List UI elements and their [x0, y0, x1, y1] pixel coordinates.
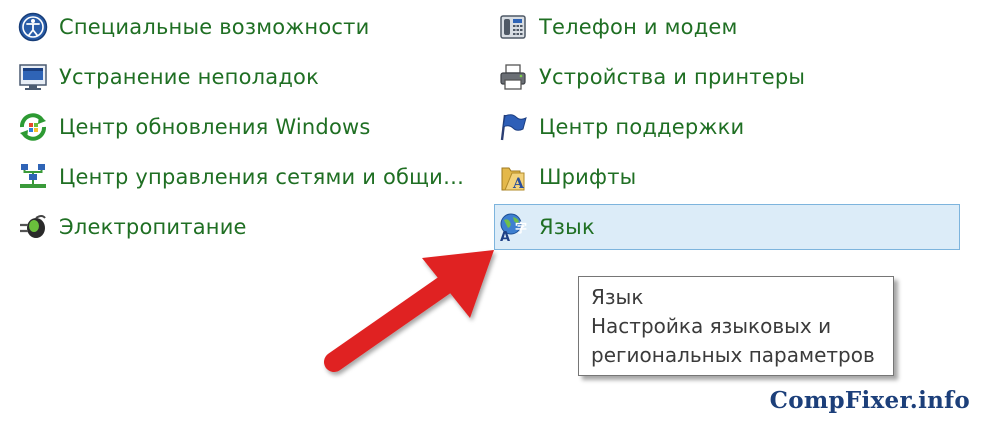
item-language-label: Язык	[539, 215, 595, 239]
item-troubleshooting[interactable]: Устранение неполадок	[14, 54, 474, 100]
printer-icon	[497, 61, 529, 93]
item-fonts-label: Шрифты	[539, 165, 637, 189]
network-center-icon	[17, 161, 49, 193]
phone-modem-icon	[497, 11, 529, 43]
item-power-options[interactable]: Электропитание	[14, 204, 474, 250]
item-action-center-label: Центр поддержки	[539, 115, 745, 139]
language-tooltip: Язык Настройка языковых и региональных п…	[578, 276, 894, 376]
svg-text:A: A	[500, 230, 510, 242]
item-phone-modem-label: Телефон и модем	[539, 15, 738, 39]
tooltip-description-line-1: Настройка языковых и	[591, 314, 832, 338]
svg-text:A: A	[512, 176, 525, 192]
language-icon: A 字	[497, 211, 529, 243]
item-troubleshooting-label: Устранение неполадок	[59, 65, 319, 89]
troubleshooting-icon	[17, 61, 49, 93]
item-power-options-label: Электропитание	[59, 215, 247, 239]
compfixer-watermark: CompFixer.info	[769, 387, 970, 414]
tooltip-description-line-2: региональных параметров	[591, 343, 875, 367]
action-center-flag-icon	[497, 111, 529, 143]
item-devices-printers[interactable]: Устройства и принтеры	[494, 54, 960, 100]
accessibility-icon	[17, 11, 49, 43]
power-options-icon	[17, 211, 49, 243]
item-devices-printers-label: Устройства и принтеры	[539, 65, 806, 89]
fonts-folder-icon: A	[497, 161, 529, 193]
item-network-center[interactable]: Центр управления сетями и общи…	[14, 154, 474, 200]
item-fonts[interactable]: A Шрифты	[494, 154, 960, 200]
item-accessibility[interactable]: Специальные возможности	[14, 4, 474, 50]
item-windows-update-label: Центр обновления Windows	[59, 115, 371, 139]
svg-text:字: 字	[515, 220, 527, 235]
item-windows-update[interactable]: Центр обновления Windows	[14, 104, 474, 150]
item-network-center-label: Центр управления сетями и общи…	[59, 165, 465, 189]
item-accessibility-label: Специальные возможности	[59, 15, 370, 39]
item-action-center[interactable]: Центр поддержки	[494, 104, 960, 150]
tooltip-title: Язык	[591, 285, 644, 309]
windows-update-icon	[17, 111, 49, 143]
item-phone-modem[interactable]: Телефон и модем	[494, 4, 960, 50]
item-language[interactable]: A 字 Язык	[494, 204, 960, 250]
